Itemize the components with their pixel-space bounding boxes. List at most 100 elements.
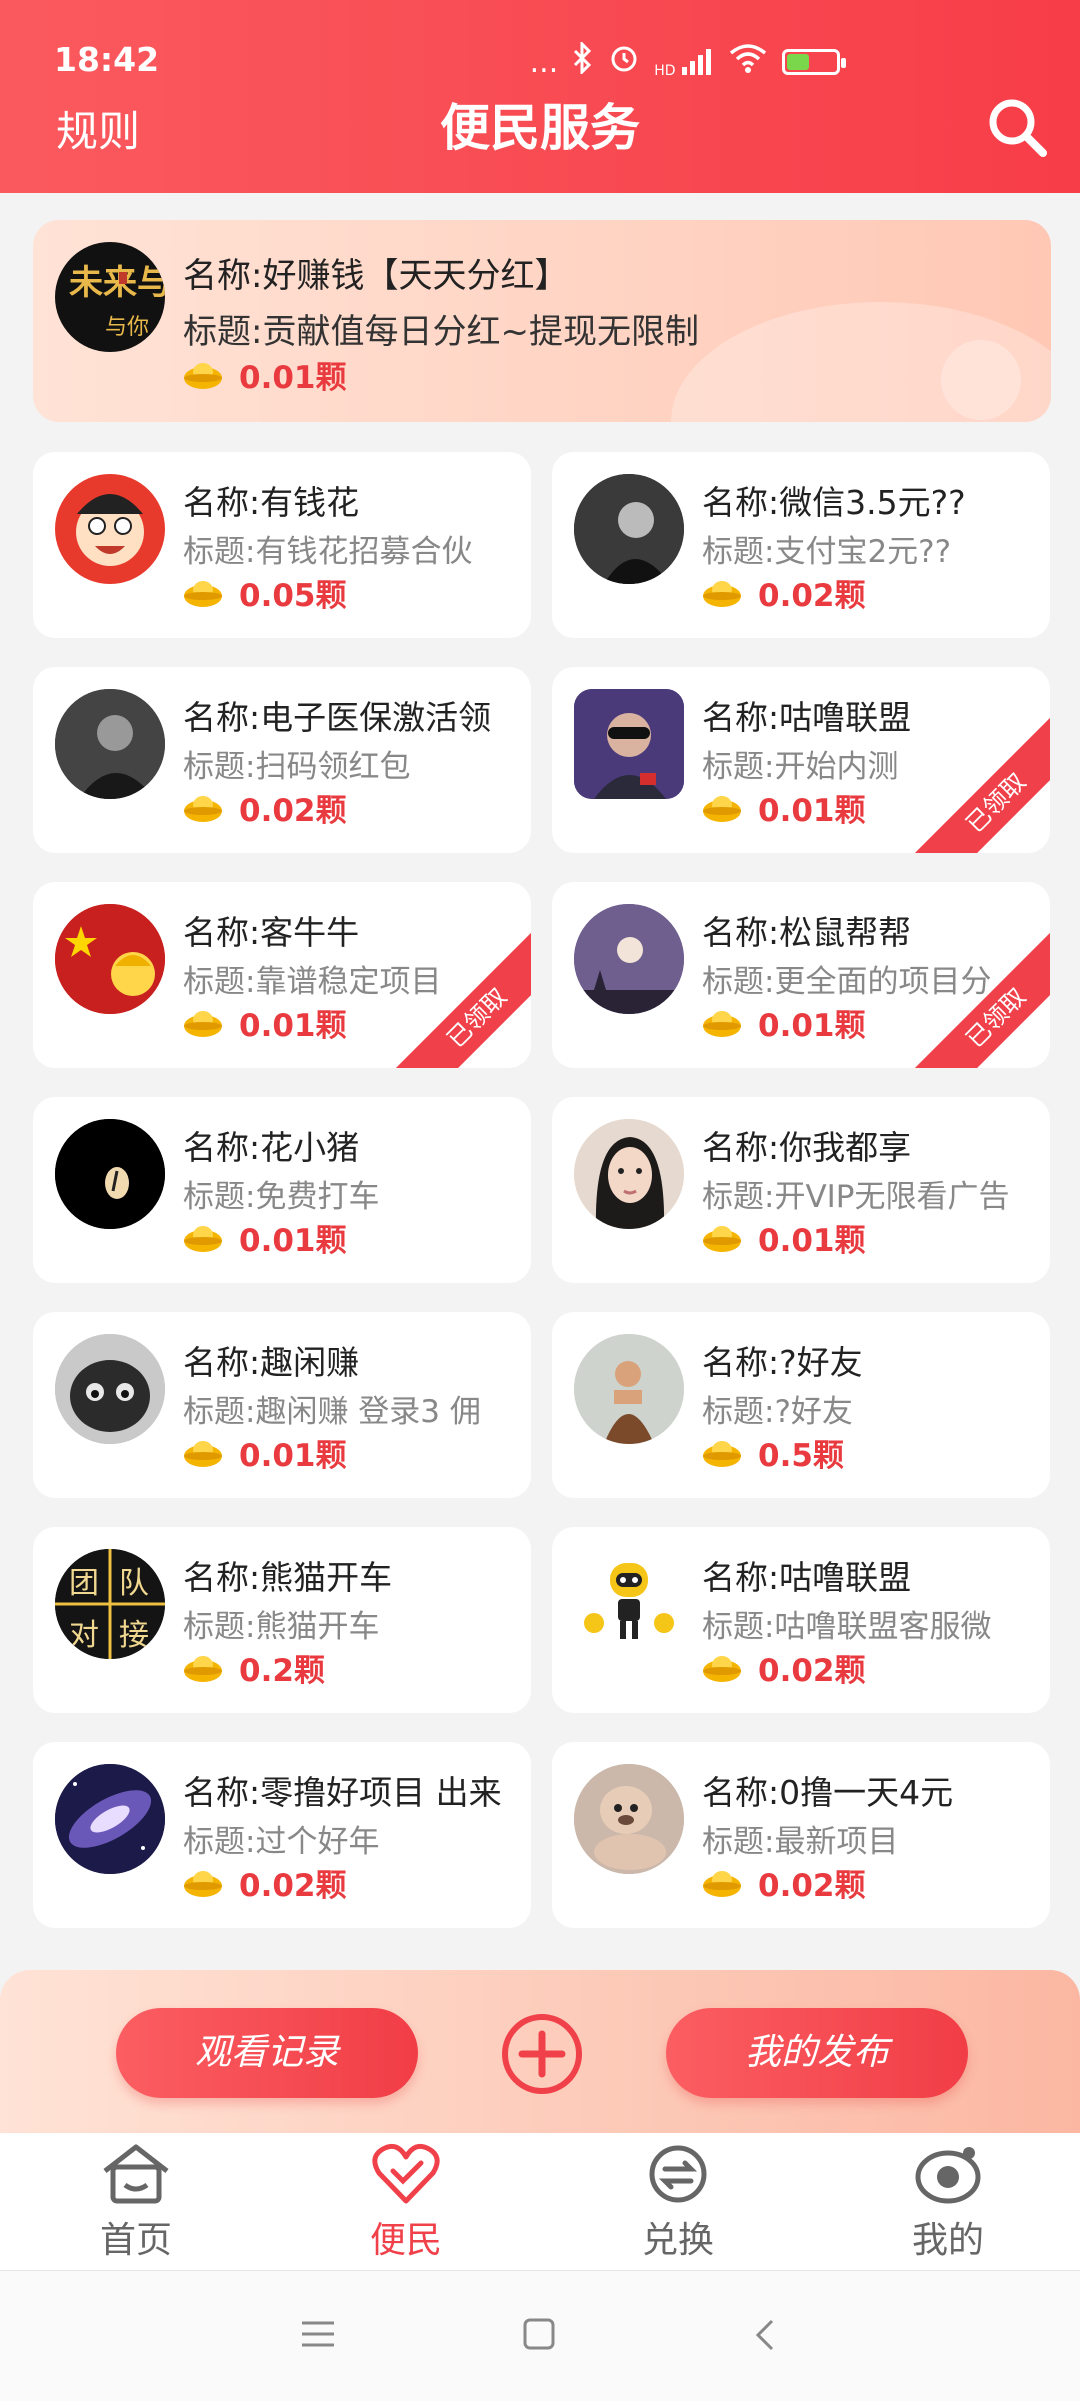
card-subtitle: 标题:靠谱稳定项目 bbox=[183, 964, 442, 1000]
add-button[interactable] bbox=[500, 2012, 584, 2096]
tab-convenience[interactable]: 便民 bbox=[306, 2141, 506, 2263]
svg-text:队: 队 bbox=[119, 1566, 149, 1601]
card-subtitle: 标题:?好友 bbox=[702, 1394, 853, 1430]
wifi-icon bbox=[728, 42, 768, 82]
avatar bbox=[574, 1549, 684, 1659]
card-subtitle: 标题:免费打车 bbox=[183, 1179, 380, 1215]
service-card[interactable]: 名称:客牛牛 标题:靠谱稳定项目 0.01颗 已领取 bbox=[33, 882, 531, 1068]
card-name: 名称:趣闲赚 bbox=[183, 1343, 360, 1382]
my-publish-button[interactable]: 我的发布 bbox=[666, 2008, 968, 2098]
service-card[interactable]: 团 队 对 接 名称:熊猫开车 标题:熊猫开车 0.2颗 bbox=[33, 1527, 531, 1713]
card-name: 名称:熊猫开车 bbox=[183, 1558, 393, 1597]
card-name: 名称:电子医保激活领 bbox=[183, 698, 492, 737]
avatar bbox=[55, 1119, 165, 1229]
card-name: 名称:松鼠帮帮 bbox=[702, 913, 912, 952]
menu-icon[interactable] bbox=[300, 2319, 336, 2349]
service-card[interactable]: 名称:微信3.5元?? 标题:支付宝2元?? 0.02颗 bbox=[552, 452, 1050, 638]
card-name: 名称:0撸一天4元 bbox=[702, 1773, 954, 1812]
gold-ingot-icon bbox=[703, 1870, 741, 1897]
service-card[interactable]: 名称:?好友 标题:?好友 0.5颗 bbox=[552, 1312, 1050, 1498]
search-button[interactable] bbox=[982, 92, 1052, 162]
svg-text:团: 团 bbox=[69, 1566, 99, 1601]
featured-reward: 0.01颗 bbox=[183, 352, 347, 397]
tab-bar: 首页 便民 兑换 我的 bbox=[0, 2133, 1080, 2270]
featured-card[interactable]: 未来与你 与你 名称:好赚钱【天天分红】 标题:贡献值每日分红~提现无限制 0.… bbox=[33, 220, 1051, 422]
avatar bbox=[574, 474, 684, 584]
service-card[interactable]: 名称:花小猪 标题:免费打车 0.01颗 bbox=[33, 1097, 531, 1283]
header: 18:42 ... HD 规则 便民服务 bbox=[0, 0, 1080, 193]
card-name: 名称:有钱花 bbox=[183, 483, 360, 522]
card-name: 名称:咕噜联盟 bbox=[702, 1558, 912, 1597]
page-title: 便民服务 bbox=[440, 99, 640, 157]
service-card[interactable]: 名称:零撸好项目 出来 标题:过个好年 0.02颗 bbox=[33, 1742, 531, 1928]
avatar: 未来与你 与你 bbox=[55, 242, 165, 352]
alarm-icon bbox=[608, 42, 640, 82]
gold-ingot-icon bbox=[184, 1870, 222, 1897]
card-subtitle: 标题:最新项目 bbox=[702, 1824, 899, 1860]
reward-amount: 0.01颗 bbox=[758, 1008, 866, 1044]
card-subtitle: 标题:更全面的项目分 bbox=[702, 964, 992, 1000]
watch-history-button[interactable]: 观看记录 bbox=[116, 2008, 418, 2098]
service-card[interactable]: 名称:趣闲赚 标题:趣闲赚 登录3 佣 0.01颗 bbox=[33, 1312, 531, 1498]
card-name: 名称:咕噜联盟 bbox=[702, 698, 912, 737]
avatar bbox=[574, 1764, 684, 1874]
card-subtitle: 标题:熊猫开车 bbox=[183, 1609, 380, 1645]
service-card[interactable]: 名称:有钱花 标题:有钱花招募合伙 0.05颗 bbox=[33, 452, 531, 638]
card-reward: 0.01颗 bbox=[702, 1000, 866, 1045]
reward-amount: 0.02颗 bbox=[758, 1653, 866, 1689]
home-square-icon[interactable] bbox=[522, 2317, 556, 2351]
card-reward: 0.01颗 bbox=[702, 1215, 866, 1260]
service-card[interactable]: 名称:电子医保激活领 标题:扫码领红包 0.02颗 bbox=[33, 667, 531, 853]
plus-circle-icon bbox=[502, 2014, 582, 2094]
gold-ingot-icon bbox=[184, 795, 222, 822]
card-reward: 0.01颗 bbox=[183, 1215, 347, 1260]
gold-ingot-icon bbox=[703, 1225, 741, 1252]
signal-icon: HD bbox=[654, 47, 714, 78]
card-reward: 0.05颗 bbox=[183, 570, 347, 615]
card-subtitle: 标题:有钱花招募合伙 bbox=[183, 534, 473, 570]
more-dots-icon: ... bbox=[529, 44, 559, 80]
featured-name: 名称:好赚钱【天天分红】 bbox=[183, 256, 569, 296]
reward-amount: 0.01颗 bbox=[758, 793, 866, 829]
avatar bbox=[574, 904, 684, 1014]
svg-text:未来与你: 未来与你 bbox=[69, 263, 165, 303]
tab-label: 兑换 bbox=[641, 2220, 714, 2261]
reward-amount: 0.2颗 bbox=[239, 1653, 325, 1689]
tab-label: 首页 bbox=[99, 2220, 172, 2261]
gold-ingot-icon bbox=[703, 795, 741, 822]
reward-amount: 0.01颗 bbox=[239, 1008, 347, 1044]
status-icons: ... HD bbox=[529, 40, 846, 82]
avatar: 团 队 对 接 bbox=[55, 1549, 165, 1659]
avatar bbox=[574, 1119, 684, 1229]
gold-ingot-icon bbox=[703, 580, 741, 607]
avatar bbox=[55, 474, 165, 584]
status-time: 18:42 bbox=[54, 40, 160, 79]
card-subtitle: 标题:咕噜联盟客服微 bbox=[702, 1609, 992, 1645]
gold-ingot-icon bbox=[703, 1655, 741, 1682]
reward-amount: 0.05颗 bbox=[239, 578, 347, 614]
gold-ingot-icon bbox=[184, 1655, 222, 1682]
avatar bbox=[574, 1334, 684, 1444]
card-subtitle: 标题:扫码领红包 bbox=[183, 749, 411, 785]
tab-home[interactable]: 首页 bbox=[36, 2141, 236, 2263]
service-card[interactable]: 名称:咕噜联盟 标题:咕噜联盟客服微 0.02颗 bbox=[552, 1527, 1050, 1713]
reward-amount: 0.02颗 bbox=[239, 1868, 347, 1904]
card-name: 名称:微信3.5元?? bbox=[702, 483, 966, 522]
tab-label: 我的 bbox=[911, 2220, 984, 2261]
service-card[interactable]: 名称:咕噜联盟 标题:开始内测 0.01颗 已领取 bbox=[552, 667, 1050, 853]
tab-exchange[interactable]: 兑换 bbox=[578, 2141, 778, 2263]
card-subtitle: 标题:开始内测 bbox=[702, 749, 899, 785]
search-icon bbox=[989, 99, 1047, 157]
service-card[interactable]: 名称:松鼠帮帮 标题:更全面的项目分 0.01颗 已领取 bbox=[552, 882, 1050, 1068]
card-reward: 0.02颗 bbox=[702, 1860, 866, 1905]
featured-subtitle: 标题:贡献值每日分红~提现无限制 bbox=[183, 312, 699, 352]
reward-amount: 0.01颗 bbox=[239, 1223, 347, 1259]
service-card[interactable]: 名称:0撸一天4元 标题:最新项目 0.02颗 bbox=[552, 1742, 1050, 1928]
card-reward: 0.2颗 bbox=[183, 1645, 325, 1690]
back-icon[interactable] bbox=[752, 2317, 778, 2353]
service-card[interactable]: 名称:你我都享 标题:开VIP无限看广告 0.01颗 bbox=[552, 1097, 1050, 1283]
reward-amount: 0.01颗 bbox=[239, 360, 347, 396]
tab-mine[interactable]: 我的 bbox=[848, 2141, 1048, 2263]
system-navigation bbox=[0, 2270, 1080, 2401]
avatar bbox=[55, 904, 165, 1014]
